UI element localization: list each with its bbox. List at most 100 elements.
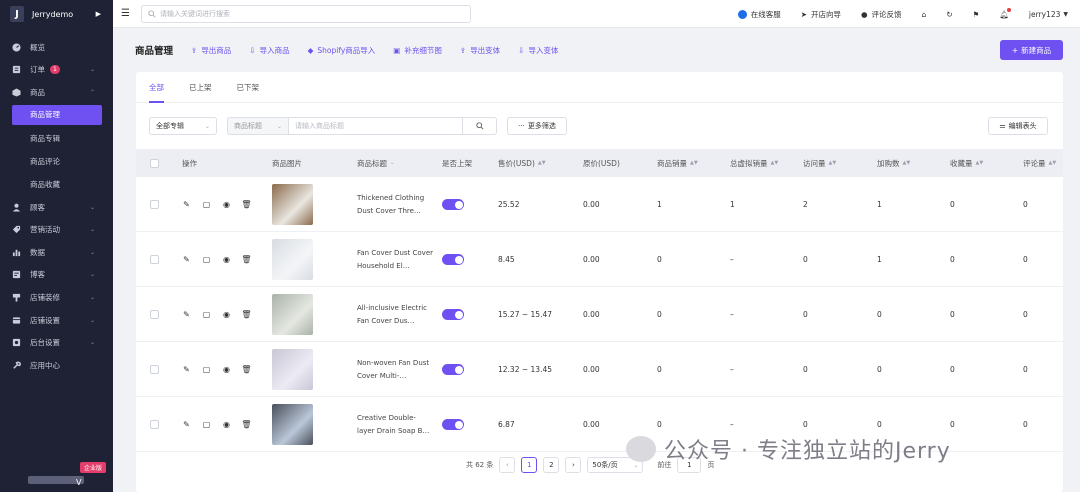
product-thumbnail[interactable]: [272, 294, 313, 335]
shopify-import-button[interactable]: ◆ Shopify商品导入: [308, 45, 376, 56]
refresh-icon[interactable]: ↻: [946, 10, 952, 19]
copy-icon[interactable]: ▢: [202, 255, 211, 264]
store-guide-button[interactable]: ➤ 开店向导: [801, 9, 841, 20]
eye-icon[interactable]: ◉: [222, 255, 231, 264]
checkbox[interactable]: [150, 158, 159, 168]
user-menu[interactable]: jerry123 ▼: [1029, 10, 1068, 19]
brand[interactable]: J Jerrydemo ▶: [0, 0, 113, 28]
listed-toggle[interactable]: [442, 309, 464, 320]
edit-icon[interactable]: ✎: [182, 420, 191, 429]
detail-images-button[interactable]: ▣ 补充细节图: [393, 45, 442, 56]
copy-icon[interactable]: ▢: [202, 200, 211, 209]
listed-toggle[interactable]: [442, 254, 464, 265]
trash-icon[interactable]: 🗑︎: [241, 310, 251, 319]
sidebar-subitem-product-management[interactable]: 商品管理: [12, 104, 102, 125]
eye-icon[interactable]: ◉: [222, 420, 231, 429]
edit-icon[interactable]: ✎: [182, 255, 191, 264]
product-title[interactable]: Creative Double-layer Drain Soap B…: [357, 412, 433, 438]
listed-toggle[interactable]: [442, 199, 464, 210]
product-thumbnail[interactable]: [272, 239, 313, 280]
product-title[interactable]: Fan Cover Dust Cover Household El…: [357, 247, 433, 273]
home-icon[interactable]: ⌂: [922, 10, 927, 19]
row-checkbox[interactable]: [150, 310, 159, 319]
row-checkbox[interactable]: [150, 420, 159, 429]
page-2-button[interactable]: 2: [543, 457, 560, 473]
col-virtual[interactable]: 总虚拟销量 ▲▼: [730, 149, 778, 177]
row-checkbox-cell: [150, 177, 159, 232]
edit-icon[interactable]: ✎: [182, 365, 191, 374]
product-thumbnail[interactable]: [272, 349, 313, 390]
tab-all[interactable]: 全部: [149, 72, 164, 103]
bell-icon[interactable]: 🔔︎: [999, 7, 1011, 19]
col-sales[interactable]: 商品销量 ▲▼: [657, 149, 698, 177]
copy-icon[interactable]: ▢: [202, 365, 211, 374]
export-variants-button[interactable]: ⇪ 导出变体: [460, 45, 500, 56]
sidebar-item-store-settings[interactable]: 店铺设置 ⌄: [0, 309, 113, 332]
next-page-button[interactable]: ›: [565, 457, 582, 473]
listed-toggle[interactable]: [442, 419, 464, 430]
collection-select[interactable]: 全部专辑 ⌄: [149, 117, 217, 135]
import-products-button[interactable]: ⇩ 导入商品: [249, 45, 289, 56]
sidebar-item-decoration[interactable]: 店铺装修 ⌄: [0, 286, 113, 309]
col-title[interactable]: 商品标题 ⌄: [357, 149, 394, 177]
col-fav[interactable]: 收藏量 ▲▼: [950, 149, 983, 177]
select-all-checkbox[interactable]: [150, 149, 159, 177]
sidebar-item-data[interactable]: 数据 ⌄: [0, 241, 113, 264]
import-variants-button[interactable]: ⇩ 导入变体: [518, 45, 558, 56]
eye-icon[interactable]: ◉: [222, 200, 231, 209]
sidebar-subitem-favorites[interactable]: 商品收藏: [0, 173, 113, 196]
eye-icon[interactable]: ◉: [222, 310, 231, 319]
product-title[interactable]: Non-woven Fan Dust Cover Multi-…: [357, 357, 433, 383]
title-search-input[interactable]: 请输入商品标题: [288, 117, 463, 135]
sidebar-item-products[interactable]: 商品 ⌃: [0, 81, 113, 104]
copy-icon[interactable]: ▢: [202, 420, 211, 429]
data-icon: [12, 249, 21, 256]
sidebar-subitem-reviews[interactable]: 商品评论: [0, 150, 113, 173]
trash-icon[interactable]: 🗑︎: [241, 420, 251, 429]
search-input[interactable]: 请输入关键词进行搜索: [141, 4, 471, 23]
sidebar-item-customers[interactable]: 顾客 ⌄: [0, 196, 113, 219]
sidebar-item-orders[interactable]: 订单 1 ⌄: [0, 59, 113, 82]
trash-icon[interactable]: 🗑︎: [241, 200, 251, 209]
flag-icon[interactable]: ⚑: [973, 10, 980, 19]
eye-icon[interactable]: ◉: [222, 365, 231, 374]
row-checkbox[interactable]: [150, 365, 159, 374]
new-product-button[interactable]: + 新建商品: [1000, 40, 1063, 60]
sidebar-item-overview[interactable]: 概览: [0, 36, 113, 59]
feedback-button[interactable]: ● 评论反馈: [861, 9, 902, 20]
trash-icon[interactable]: 🗑︎: [241, 255, 251, 264]
listed-toggle[interactable]: [442, 364, 464, 375]
edit-icon[interactable]: ✎: [182, 310, 191, 319]
prev-page-button[interactable]: ‹: [499, 457, 516, 473]
col-price[interactable]: 售价(USD) ▲▼: [498, 149, 546, 177]
col-visits[interactable]: 访问量 ▲▼: [803, 149, 836, 177]
row-checkbox[interactable]: [150, 200, 159, 209]
menu-toggle-icon[interactable]: ☰: [121, 8, 131, 19]
edit-header-button[interactable]: ⚌ 编辑表头: [988, 117, 1048, 135]
caret-right-icon[interactable]: ▶: [96, 10, 101, 18]
sidebar-subitem-collections[interactable]: 商品专辑: [0, 127, 113, 150]
col-cart[interactable]: 加购数 ▲▼: [877, 149, 910, 177]
sidebar-item-blog[interactable]: 博客 ⌄: [0, 264, 113, 287]
product-title[interactable]: Thickened Clothing Dust Cover Thre…: [357, 192, 433, 218]
sidebar-item-marketing[interactable]: 营销活动 ⌄: [0, 218, 113, 241]
sidebar-item-app-center[interactable]: 应用中心: [0, 354, 113, 377]
online-service-button[interactable]: 在线客服: [737, 9, 781, 20]
sidebar-item-admin-settings[interactable]: 后台设置 ⌄: [0, 331, 113, 354]
field-select[interactable]: 商品标题 ⌄: [227, 117, 289, 135]
col-reviews[interactable]: 评论量 ▲▼: [1023, 149, 1056, 177]
export-products-button[interactable]: ⇪ 导出商品: [191, 45, 231, 56]
search-button[interactable]: [462, 117, 497, 135]
page-1-button[interactable]: 1: [521, 457, 538, 473]
copy-icon[interactable]: ▢: [202, 310, 211, 319]
more-filters-button[interactable]: ··· 更多筛选: [507, 117, 567, 135]
tab-unlisted[interactable]: 已下架: [237, 72, 260, 103]
product-thumbnail[interactable]: [272, 404, 313, 445]
edit-icon[interactable]: ✎: [182, 200, 191, 209]
row-checkbox[interactable]: [150, 255, 159, 264]
trash-icon[interactable]: 🗑︎: [241, 365, 251, 374]
product-thumbnail[interactable]: [272, 184, 313, 225]
product-title[interactable]: All-inclusive Electric Fan Cover Dus…: [357, 302, 433, 328]
tab-listed[interactable]: 已上架: [189, 72, 212, 103]
col-price-label: 售价(USD): [498, 158, 535, 168]
